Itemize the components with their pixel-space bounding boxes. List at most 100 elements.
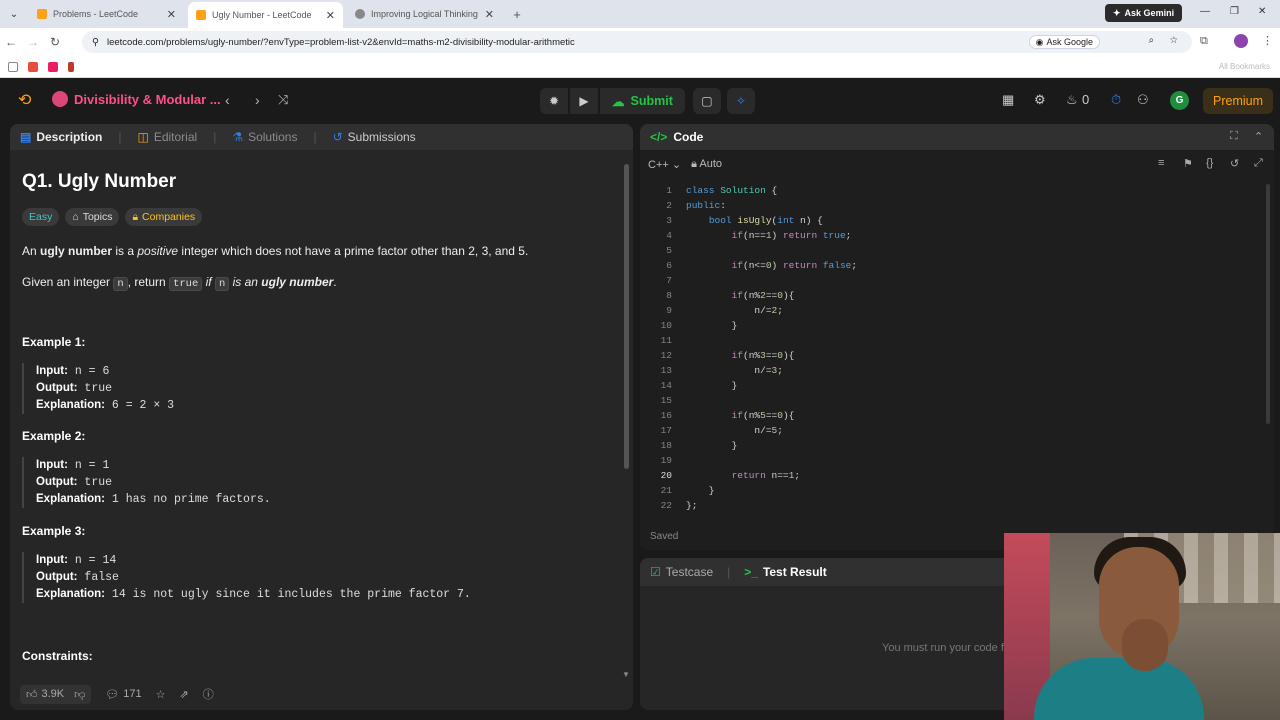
save-status: Saved: [650, 531, 679, 542]
submit-button[interactable]: ☁ Submit: [600, 88, 685, 114]
zoom-icon[interactable]: ⌕: [1149, 35, 1154, 46]
auto-mode[interactable]: 🔒︎ Auto: [691, 158, 722, 171]
braces-icon[interactable]: {}: [1206, 157, 1213, 169]
fullscreen-icon[interactable]: ⛶: [1230, 130, 1238, 143]
premium-button[interactable]: Premium: [1203, 88, 1274, 114]
user-avatar[interactable]: G: [1170, 91, 1189, 110]
next-problem-icon[interactable]: ›: [255, 92, 260, 108]
url-bar[interactable]: ⚲ leetcode.com/problems/ugly-number/?env…: [82, 31, 1192, 53]
problem-list-link[interactable]: Divisibility & Modular ...: [52, 91, 221, 107]
streak-fire-icon[interactable]: ♨: [1066, 92, 1078, 108]
shuffle-icon[interactable]: ⤨: [278, 92, 288, 108]
add-friend-icon[interactable]: ⚇: [1137, 92, 1149, 108]
tab-test-result[interactable]: >_ Test Result: [744, 565, 826, 579]
bookmark-icon[interactable]: [48, 61, 58, 72]
gemini-sparkle-icon: ✦: [1113, 7, 1121, 18]
editor-scrollbar[interactable]: [1266, 184, 1270, 424]
ask-gemini-button[interactable]: ✦ Ask Gemini: [1105, 4, 1183, 22]
extensions-icon[interactable]: ⧉: [1200, 35, 1208, 48]
menu-icon[interactable]: ⋮: [1262, 34, 1273, 47]
companies-badge[interactable]: 🔒︎ Companies: [125, 208, 203, 226]
bug-icon: ✹: [548, 94, 560, 108]
browser-tab-active[interactable]: Ugly Number - LeetCode ✕: [188, 2, 343, 28]
expand-icon[interactable]: ⤢: [1254, 157, 1263, 170]
collapse-icon[interactable]: ⌃: [1254, 130, 1263, 143]
tab-submissions[interactable]: ↺ Submissions: [333, 130, 416, 144]
line-number: 22: [660, 500, 672, 511]
browser-tab-title: Problems - LeetCode: [53, 9, 139, 19]
example-explanation: 1 has no prime factors.: [111, 493, 271, 506]
browser-tab[interactable]: Improving Logical Thinking ✕: [347, 3, 502, 25]
code-editor[interactable]: class Solution { public: bool isUgly(int…: [686, 183, 857, 513]
line-number: 3: [666, 215, 672, 226]
streak-count: 0: [1082, 92, 1090, 107]
bookmark-icon[interactable]: [28, 61, 38, 72]
comments-button[interactable]: 💬︎ 171: [105, 688, 141, 701]
tab-testcase[interactable]: ☑ Testcase: [650, 565, 713, 579]
tab-search-icon[interactable]: ⌄: [3, 3, 25, 25]
tab-solutions[interactable]: ⚗ Solutions: [232, 130, 297, 144]
thumbs-down-icon[interactable]: 👎︎: [74, 688, 85, 701]
run-button[interactable]: ▶: [570, 88, 598, 114]
close-window-icon[interactable]: ✕: [1258, 6, 1266, 17]
line-number: 6: [666, 260, 672, 271]
profile-avatar[interactable]: [1234, 34, 1248, 48]
scrollbar-thumb[interactable]: [624, 164, 629, 469]
bookmarks-bar: All Bookmarks: [0, 56, 1280, 78]
note-icon: ▢: [701, 94, 713, 108]
layout-icon[interactable]: ▦: [1002, 92, 1014, 108]
like-button[interactable]: 👍︎ 3.9K 👎︎: [20, 684, 92, 704]
list-icon: [52, 91, 68, 107]
reload-icon[interactable]: ↻: [44, 35, 66, 49]
debug-button[interactable]: ✹: [540, 88, 568, 114]
tab-description[interactable]: ▤ Description: [20, 130, 102, 144]
line-number: 21: [660, 485, 672, 496]
favorite-star-icon[interactable]: ☆: [156, 688, 166, 701]
ask-google-button[interactable]: ◉ Ask Google: [1028, 35, 1100, 49]
input-label: Input:: [36, 459, 68, 471]
tab-editorial[interactable]: ◫ Editorial: [137, 130, 197, 144]
checkbox-icon: ☑: [650, 565, 661, 579]
close-tab-icon[interactable]: ✕: [485, 8, 494, 21]
prev-problem-icon[interactable]: ‹: [225, 92, 230, 108]
bookmark-star-icon[interactable]: ☆: [1169, 35, 1178, 46]
close-tab-icon[interactable]: ✕: [326, 9, 335, 22]
site-info-icon[interactable]: ⚲: [92, 37, 99, 48]
tab-label: Solutions: [248, 130, 298, 144]
reset-icon[interactable]: ↺: [1230, 157, 1239, 170]
difficulty-badge[interactable]: Easy: [22, 208, 60, 226]
submit-label: Submit: [630, 94, 673, 108]
ai-assist-button[interactable]: ✧: [726, 88, 755, 114]
play-icon: ▶: [579, 94, 589, 108]
tab-label: Testcase: [665, 565, 714, 579]
language-select[interactable]: C++ ⌄: [648, 158, 681, 171]
notes-button[interactable]: ▢: [692, 88, 721, 114]
share-icon[interactable]: ⇗: [180, 688, 189, 701]
format-icon[interactable]: ≡: [1158, 157, 1164, 169]
apps-icon[interactable]: [8, 61, 18, 72]
timer-icon[interactable]: ⏱: [1111, 92, 1121, 108]
topics-badge[interactable]: ⌂ Topics: [65, 208, 120, 226]
browser-tab[interactable]: Problems - LeetCode ✕: [29, 3, 184, 25]
forward-icon[interactable]: →: [22, 35, 44, 49]
explanation-label: Explanation:: [36, 493, 106, 505]
bookmark-icon[interactable]: [68, 61, 74, 72]
leetcode-logo-icon[interactable]: ⟲: [18, 92, 36, 110]
back-icon[interactable]: ←: [0, 35, 22, 49]
maximize-icon[interactable]: ❐: [1230, 6, 1239, 17]
line-number: 13: [660, 365, 672, 376]
problem-title: Q1. Ugly Number: [22, 171, 177, 192]
line-number: 2: [666, 200, 672, 211]
close-tab-icon[interactable]: ✕: [167, 8, 176, 21]
description-footer: 👍︎ 3.9K 👎︎ 💬︎ 171 ☆ ⇗ ⓘ: [10, 678, 633, 710]
new-tab-icon[interactable]: +: [508, 5, 526, 23]
example-output: true: [84, 382, 113, 395]
settings-gear-icon[interactable]: ⚙: [1034, 92, 1046, 108]
description-paragraph: Given an integer n, return true if n is …: [22, 273, 622, 293]
line-number: 8: [666, 290, 672, 301]
help-icon[interactable]: ⓘ: [203, 686, 214, 702]
minimize-icon[interactable]: —: [1200, 6, 1210, 17]
bookmark-icon[interactable]: ⚑: [1183, 157, 1193, 170]
badge-label: Topics: [82, 211, 113, 223]
all-bookmarks-label[interactable]: All Bookmarks: [1219, 62, 1270, 71]
